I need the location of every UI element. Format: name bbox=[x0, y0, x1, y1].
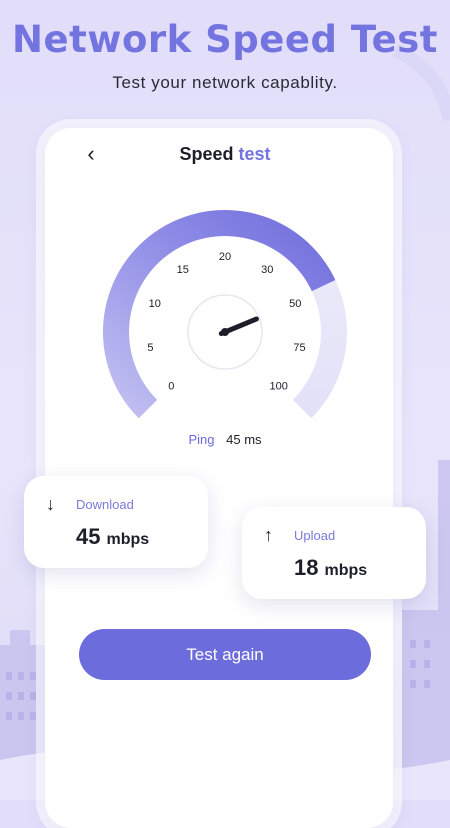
gauge-needle-pivot bbox=[221, 328, 229, 336]
ping-value: 45 ms bbox=[226, 432, 262, 447]
gauge-tick-label: 50 bbox=[289, 298, 301, 310]
gauge-tick-label: 15 bbox=[177, 264, 189, 276]
upload-value: 18 bbox=[294, 555, 319, 580]
speedometer-gauge: 0 5 10 15 20 30 50 75 100 bbox=[102, 209, 348, 419]
upload-label: Upload bbox=[294, 528, 336, 543]
upload-card: ↑ Upload 18 mbps bbox=[242, 507, 426, 599]
gauge-tick-label: 0 bbox=[168, 381, 174, 393]
screen-title-accent: test bbox=[238, 144, 271, 164]
download-card: ↓ Download 45 mbps bbox=[24, 476, 208, 568]
download-unit: mbps bbox=[106, 531, 150, 548]
download-label: Download bbox=[76, 497, 134, 512]
gauge-tick-label: 10 bbox=[149, 298, 161, 310]
arrow-up-icon: ↑ bbox=[264, 525, 273, 545]
download-value-row: 45 mbps bbox=[76, 524, 149, 550]
screen-title: Speed test bbox=[0, 144, 450, 165]
upload-value-row: 18 mbps bbox=[294, 555, 367, 581]
ping-label: Ping bbox=[188, 432, 215, 447]
download-value: 45 bbox=[76, 524, 101, 549]
gauge-tick-label: 30 bbox=[261, 264, 273, 276]
gauge-tick-label: 5 bbox=[147, 342, 153, 354]
upload-unit: mbps bbox=[324, 562, 368, 579]
test-again-button[interactable]: Test again bbox=[79, 629, 371, 680]
screen-title-main: Speed bbox=[179, 144, 234, 164]
hero-title: Network Speed Test bbox=[12, 18, 438, 61]
gauge-tick-label: 20 bbox=[219, 251, 231, 263]
hero-subtitle: Test your network capablity. bbox=[112, 73, 338, 92]
ping-readout: Ping 45 ms bbox=[0, 432, 450, 447]
arrow-down-icon: ↓ bbox=[46, 494, 55, 514]
gauge-tick-label: 100 bbox=[270, 381, 288, 393]
gauge-tick-label: 75 bbox=[293, 342, 305, 354]
